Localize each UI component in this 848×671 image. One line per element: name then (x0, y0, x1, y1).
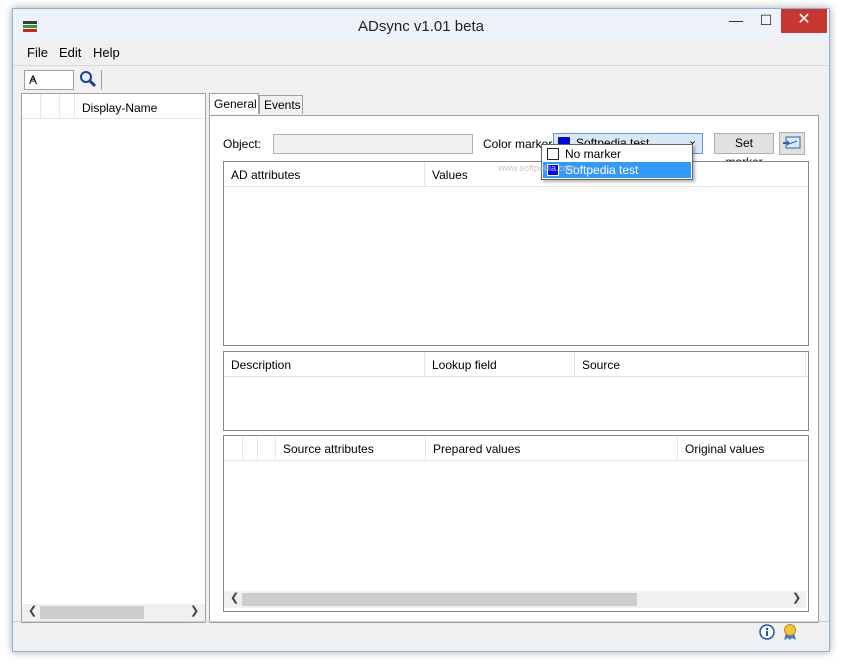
export-image-button[interactable] (779, 132, 805, 155)
toolbar: A ⌄ (13, 65, 829, 94)
header-cell-empty (41, 94, 60, 118)
color-swatch (547, 148, 559, 160)
column-display-name[interactable]: Display-Name (82, 101, 157, 115)
column-label: Original values (685, 442, 765, 456)
set-marker-button[interactable]: Set marker (714, 133, 774, 169)
ad-attributes-grid[interactable]: AD attributes Values (223, 161, 809, 346)
chevron-right-icon[interactable]: ❯ (190, 604, 199, 617)
column-lookup-field[interactable]: Lookup field (425, 352, 575, 376)
scrollbar-thumb[interactable] (242, 593, 637, 606)
object-field[interactable] (273, 134, 473, 154)
letter-select[interactable]: A ⌄ (24, 70, 74, 90)
column-label: Description (231, 358, 292, 372)
column-ad-attributes[interactable]: AD attributes (224, 162, 425, 186)
chevron-left-icon[interactable]: ❮ (28, 604, 37, 617)
grid-header: Description Lookup field Source (224, 352, 808, 377)
horizontal-scrollbar[interactable]: ❮ ❯ (22, 604, 205, 621)
grid-header: Source attributes Prepared values Origin… (224, 436, 808, 461)
column-description[interactable]: Description (224, 352, 425, 376)
header-cell-empty (243, 436, 258, 460)
scrollbar-thumb[interactable] (40, 606, 144, 619)
close-icon[interactable]: ✕ (781, 9, 827, 33)
header-cell-empty (22, 94, 41, 118)
title-bar: ADsync v1.01 beta — ☐ ✕ (13, 9, 829, 41)
menu-bar: File Edit Help (13, 43, 829, 63)
column-label: Values (432, 168, 468, 182)
menu-file[interactable]: File (27, 45, 48, 60)
object-list-header: Display-Name (22, 94, 205, 119)
source-attributes-grid[interactable]: Source attributes Prepared values Origin… (223, 435, 809, 612)
color-marker-dropdown: No marker Softpedia test (541, 144, 693, 180)
info-icon[interactable] (758, 623, 776, 641)
column-original-values[interactable]: Original values (678, 436, 805, 460)
header-cell-empty (258, 436, 276, 460)
status-bar (13, 621, 829, 652)
object-label: Object: (223, 137, 262, 151)
column-prepared-values[interactable]: Prepared values (426, 436, 678, 460)
header-cell-empty (224, 436, 243, 460)
menu-edit[interactable]: Edit (59, 45, 81, 60)
column-label: AD attributes (231, 168, 301, 182)
chevron-left-icon[interactable]: ❮ (230, 591, 239, 604)
watermark: www.softpedia.com (498, 163, 576, 173)
magnifier-icon[interactable] (79, 69, 97, 89)
app-window: ADsync v1.01 beta — ☐ ✕ File Edit Help A… (12, 8, 830, 652)
toolbar-separator (101, 70, 102, 90)
menu-help[interactable]: Help (93, 45, 120, 60)
column-label: Source attributes (283, 442, 374, 456)
column-label: Source (582, 358, 621, 372)
lookup-grid[interactable]: Description Lookup field Source (223, 351, 809, 431)
chevron-right-icon[interactable]: ❯ (792, 591, 801, 604)
award-icon[interactable] (781, 623, 799, 641)
minimize-icon[interactable]: — (723, 9, 749, 33)
dropdown-item-label: Softpedia test (565, 163, 639, 177)
dropdown-item-label: No marker (565, 147, 622, 161)
tab-general[interactable]: General (209, 93, 259, 114)
column-label: Prepared values (433, 442, 521, 456)
chevron-down-icon: ⌄ (29, 72, 38, 83)
column-source[interactable]: Source (575, 352, 806, 376)
object-list[interactable]: Display-Name ❮ ❯ (21, 93, 206, 623)
tab-events[interactable]: Events (259, 95, 303, 114)
window-title: ADsync v1.01 beta (358, 18, 484, 35)
header-cell-empty (60, 94, 75, 118)
column-label: Lookup field (432, 358, 497, 372)
maximize-icon[interactable]: ☐ (753, 9, 779, 33)
picture-icon (783, 136, 801, 149)
dropdown-item-no-marker[interactable]: No marker (543, 146, 691, 162)
horizontal-scrollbar[interactable]: ❮ ❯ (224, 591, 806, 608)
column-source-attributes[interactable]: Source attributes (276, 436, 426, 460)
